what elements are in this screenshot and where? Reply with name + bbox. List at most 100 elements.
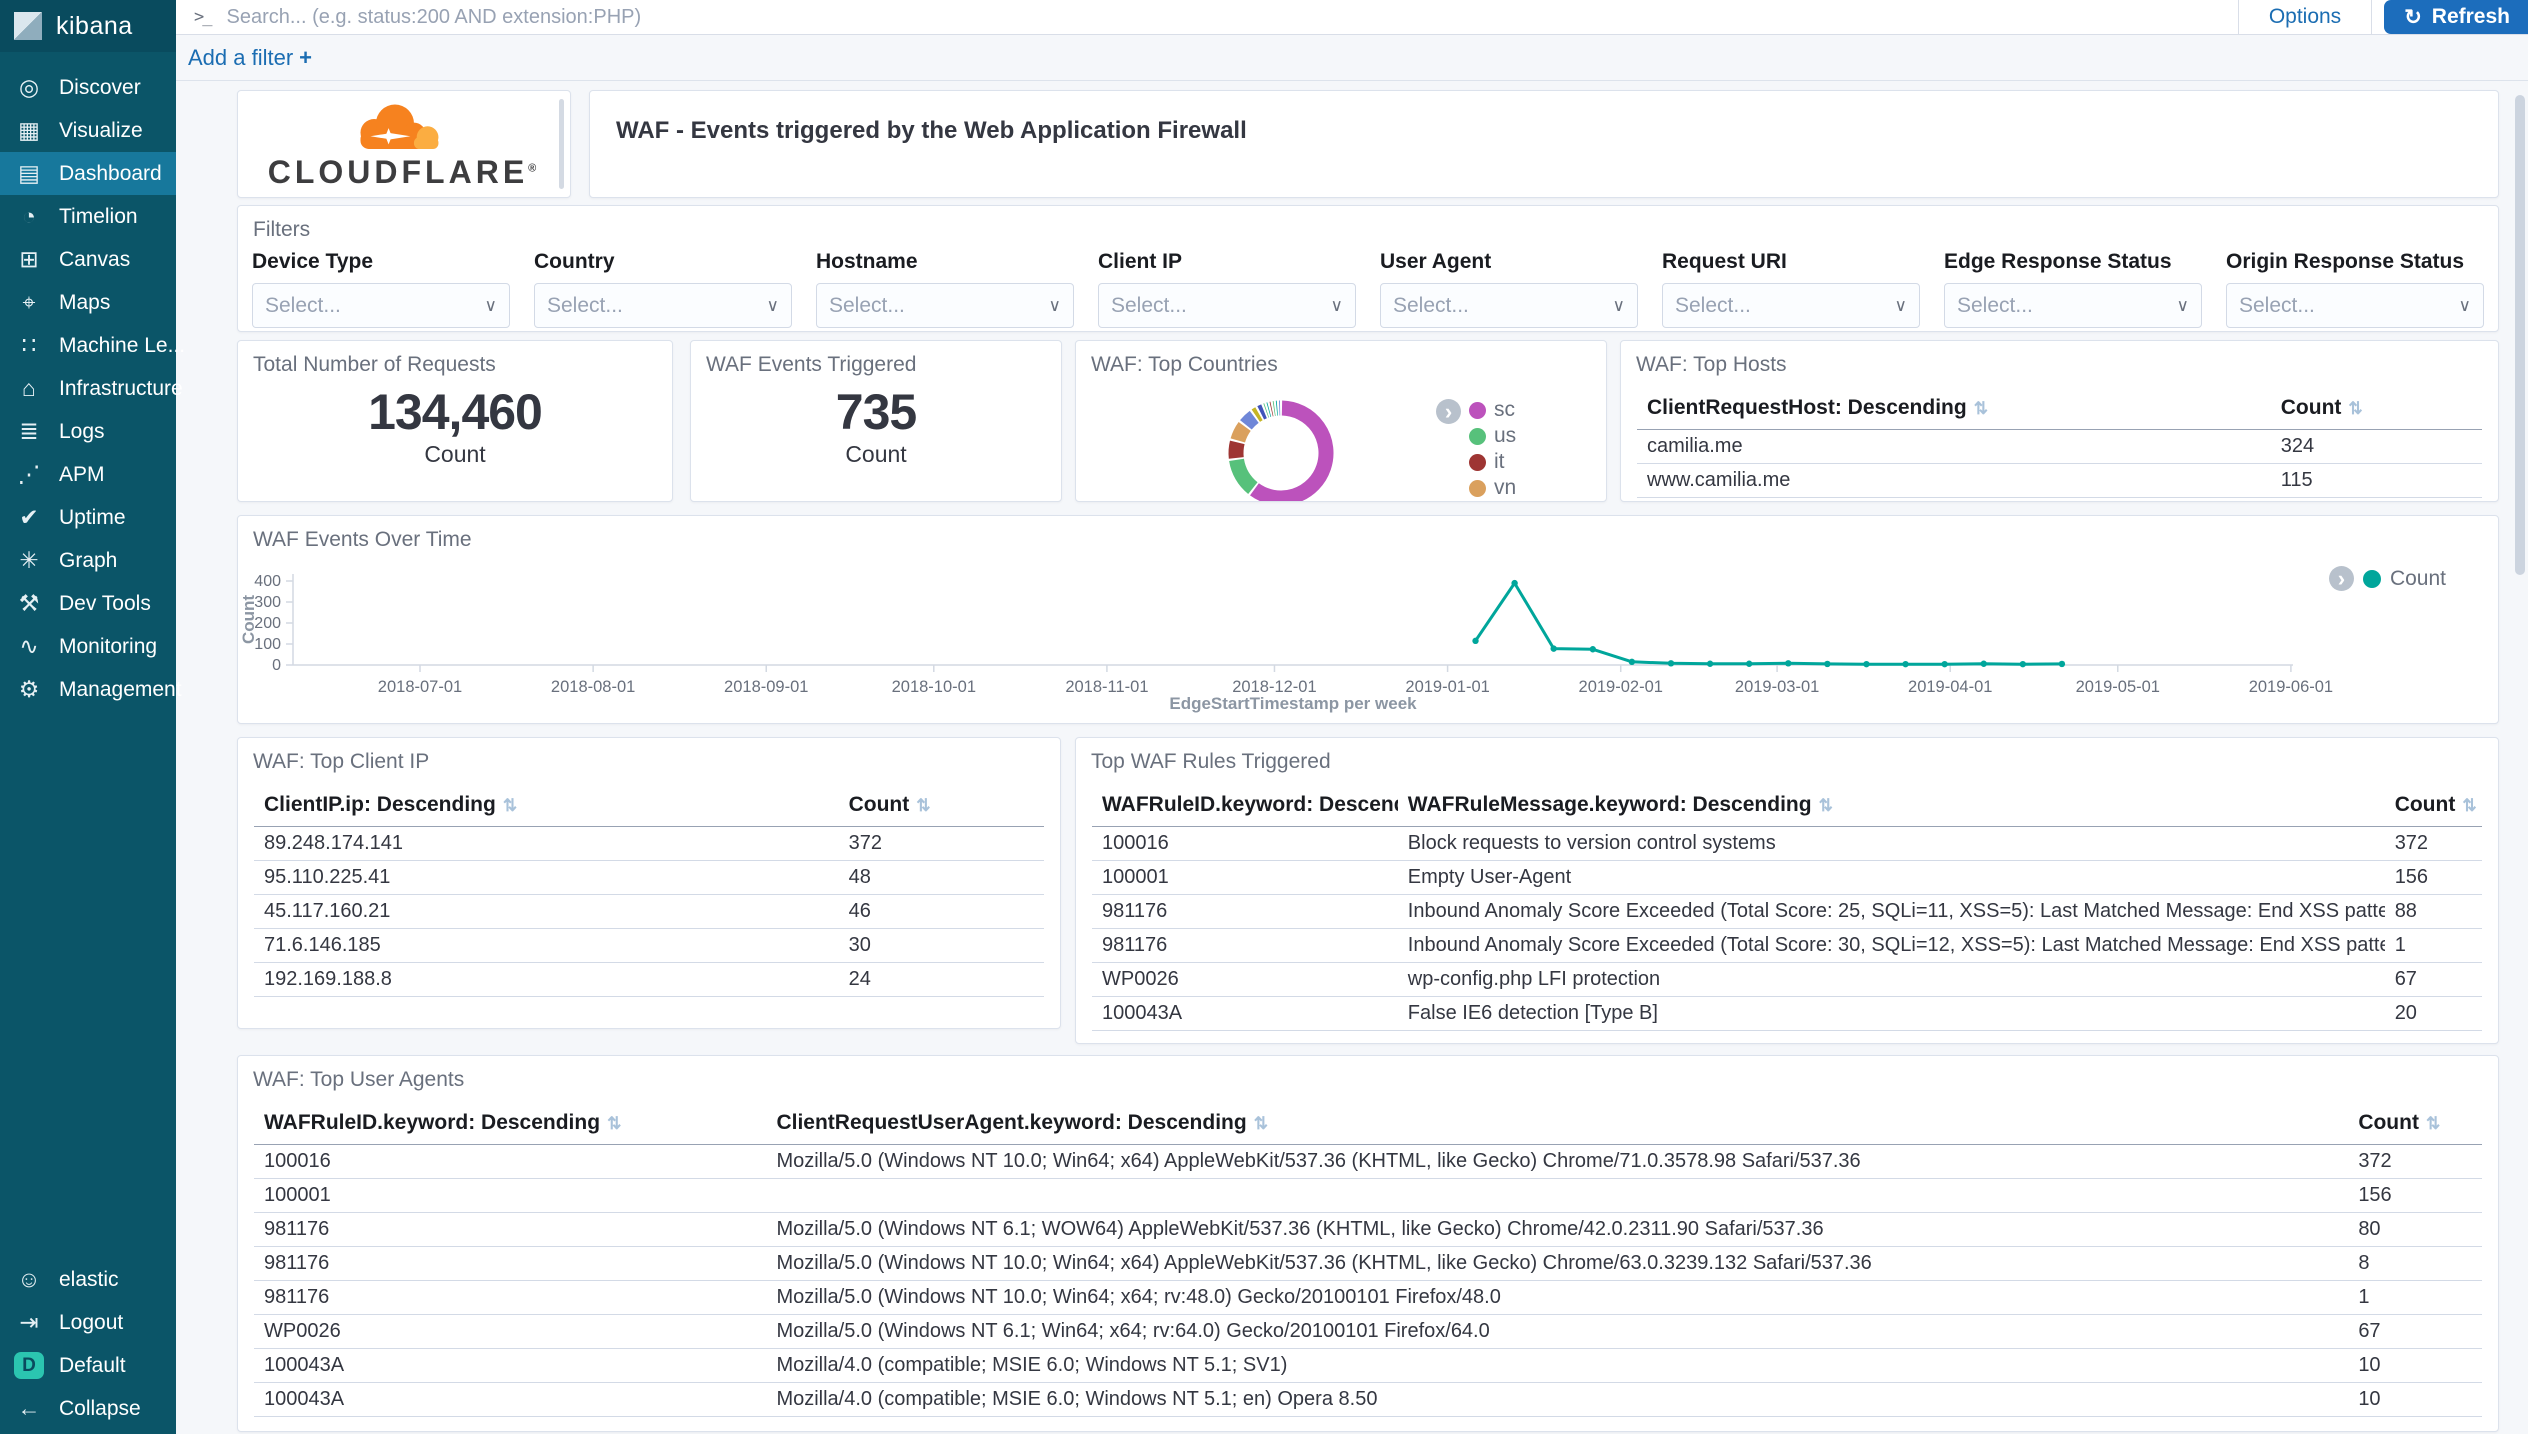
sidebar-item-monitoring[interactable]: ∿Monitoring bbox=[0, 625, 176, 668]
add-filter-link[interactable]: Add a filter+ bbox=[188, 45, 312, 71]
table-row[interactable]: 71.6.146.18530 bbox=[254, 929, 1044, 963]
donut-slice-it[interactable] bbox=[1236, 442, 1237, 458]
search-input[interactable]: Search... (e.g. status:200 AND extension… bbox=[226, 6, 2237, 29]
sidebar-item-default[interactable]: DDefault bbox=[0, 1344, 176, 1387]
sidebar-item-apm[interactable]: ⋰APM bbox=[0, 453, 176, 496]
data-point[interactable] bbox=[2020, 661, 2026, 667]
sidebar-item-management[interactable]: ⚙Management bbox=[0, 668, 176, 711]
donut-slice-vn[interactable] bbox=[1238, 426, 1245, 440]
table-row[interactable]: 981176Mozilla/5.0 (Windows NT 6.1; WOW64… bbox=[254, 1213, 2482, 1247]
sort-icon[interactable]: ⇅ bbox=[607, 1114, 621, 1133]
data-point[interactable] bbox=[1472, 638, 1478, 644]
column-header[interactable]: WAFRuleID.keyword: Descending⇅ bbox=[1092, 784, 1398, 827]
data-point[interactable] bbox=[1668, 660, 1674, 666]
table-row[interactable]: 100043AMozilla/4.0 (compatible; MSIE 6.0… bbox=[254, 1383, 2482, 1417]
filter-select-device-type[interactable]: Select...∨ bbox=[252, 283, 510, 328]
sidebar-item-uptime[interactable]: ✔Uptime bbox=[0, 496, 176, 539]
table-row[interactable]: 192.169.188.824 bbox=[254, 963, 1044, 997]
table-row[interactable]: camilia.me324 bbox=[1637, 430, 2482, 464]
data-point[interactable] bbox=[1941, 661, 1947, 667]
table-row[interactable]: 981176Inbound Anomaly Score Exceeded (To… bbox=[1092, 929, 2482, 963]
table-row[interactable]: 100001Empty User-Agent156 bbox=[1092, 861, 2482, 895]
sort-icon[interactable]: ⇅ bbox=[916, 796, 930, 815]
table-row[interactable]: 89.248.174.141372 bbox=[254, 827, 1044, 861]
data-point[interactable] bbox=[1785, 660, 1791, 666]
data-point[interactable] bbox=[1511, 580, 1517, 586]
filter-select-client-ip[interactable]: Select...∨ bbox=[1098, 283, 1356, 328]
sidebar-item-maps[interactable]: ⌖Maps bbox=[0, 281, 176, 324]
table-row[interactable]: 981176Inbound Anomaly Score Exceeded (To… bbox=[1092, 895, 2482, 929]
sidebar-item-dev-tools[interactable]: ⚒Dev Tools bbox=[0, 582, 176, 625]
sort-icon[interactable]: ⇅ bbox=[1974, 399, 1988, 418]
refresh-button[interactable]: ↻ Refresh bbox=[2384, 0, 2528, 34]
donut-slice-other-2[interactable] bbox=[1256, 414, 1259, 416]
table-row[interactable]: 45.117.160.2146 bbox=[254, 895, 1044, 929]
kibana-logo[interactable]: kibana bbox=[0, 0, 176, 52]
filter-select-edge-response-status[interactable]: Select...∨ bbox=[1944, 283, 2202, 328]
filter-select-hostname[interactable]: Select...∨ bbox=[816, 283, 1074, 328]
sidebar-item-visualize[interactable]: ▦Visualize bbox=[0, 109, 176, 152]
donut-slice-other-1[interactable] bbox=[1246, 417, 1254, 425]
sort-icon[interactable]: ⇅ bbox=[2348, 399, 2362, 418]
data-point[interactable] bbox=[1746, 661, 1752, 667]
sort-icon[interactable]: ⇅ bbox=[503, 796, 517, 815]
data-point[interactable] bbox=[1863, 661, 1869, 667]
data-point[interactable] bbox=[1902, 661, 1908, 667]
sort-icon[interactable]: ⇅ bbox=[2426, 1114, 2440, 1133]
sidebar-item-machine-le[interactable]: ∷Machine Le... bbox=[0, 324, 176, 367]
table-row[interactable]: 100016Block requests to version control … bbox=[1092, 827, 2482, 861]
table-row[interactable]: WP0026Mozilla/5.0 (Windows NT 6.1; Win64… bbox=[254, 1315, 2482, 1349]
data-point[interactable] bbox=[1707, 661, 1713, 667]
table-row[interactable]: WP0026wp-config.php LFI protection67 bbox=[1092, 963, 2482, 997]
column-header[interactable]: ClientIP.ip: Descending⇅ bbox=[254, 784, 839, 827]
column-header[interactable]: ClientRequestUserAgent.keyword: Descendi… bbox=[766, 1102, 2348, 1145]
donut-slice-us[interactable] bbox=[1237, 460, 1253, 488]
panel-scrollbar[interactable] bbox=[559, 99, 564, 189]
sidebar-item-logout[interactable]: ⇥Logout bbox=[0, 1301, 176, 1344]
sidebar-item-timelion[interactable]: ◔Timelion bbox=[0, 195, 176, 238]
sidebar-item-infrastructure[interactable]: ⌂Infrastructure bbox=[0, 367, 176, 410]
legend-label[interactable]: Count bbox=[2390, 567, 2446, 591]
data-point[interactable] bbox=[1629, 659, 1635, 665]
table-row[interactable]: 100043AFalse IE6 detection [Type B]20 bbox=[1092, 997, 2482, 1031]
data-point[interactable] bbox=[1551, 645, 1557, 651]
table-row[interactable]: 100016Mozilla/5.0 (Windows NT 10.0; Win6… bbox=[254, 1145, 2482, 1179]
legend-item-vn[interactable]: vn bbox=[1469, 477, 1516, 499]
legend-item-sc[interactable]: sc bbox=[1469, 399, 1516, 421]
table-row[interactable]: 981176Mozilla/5.0 (Windows NT 10.0; Win6… bbox=[254, 1281, 2482, 1315]
data-point[interactable] bbox=[1590, 646, 1596, 652]
sort-icon[interactable]: ⇅ bbox=[1819, 796, 1833, 815]
legend-expand-icon[interactable]: › bbox=[2329, 566, 2354, 591]
legend-item-it[interactable]: it bbox=[1469, 451, 1516, 473]
column-header[interactable]: ClientRequestHost: Descending⇅ bbox=[1637, 387, 2271, 430]
sidebar-item-logs[interactable]: ≣Logs bbox=[0, 410, 176, 453]
table-row[interactable]: 100001156 bbox=[254, 1179, 2482, 1213]
data-point[interactable] bbox=[2059, 661, 2065, 667]
data-point[interactable] bbox=[1824, 661, 1830, 667]
sidebar-item-elastic[interactable]: ☺elastic bbox=[0, 1258, 176, 1301]
column-header[interactable]: WAFRuleID.keyword: Descending⇅ bbox=[254, 1102, 766, 1145]
sidebar-item-graph[interactable]: ✳Graph bbox=[0, 539, 176, 582]
filter-select-origin-response-status[interactable]: Select...∨ bbox=[2226, 283, 2484, 328]
column-header[interactable]: Count⇅ bbox=[2385, 784, 2482, 827]
sidebar-item-dashboard[interactable]: ▤Dashboard bbox=[0, 152, 176, 195]
filter-select-request-uri[interactable]: Select...∨ bbox=[1662, 283, 1920, 328]
column-header[interactable]: Count⇅ bbox=[2271, 387, 2482, 430]
table-row[interactable]: www.camilia.me115 bbox=[1637, 464, 2482, 498]
sidebar-item-canvas[interactable]: ⊞Canvas bbox=[0, 238, 176, 281]
legend-item-us[interactable]: us bbox=[1469, 425, 1516, 447]
sidebar-item-collapse[interactable]: ←Collapse bbox=[0, 1387, 176, 1430]
donut-slice-other-3[interactable] bbox=[1261, 411, 1264, 413]
data-point[interactable] bbox=[1981, 661, 1987, 667]
filter-select-user-agent[interactable]: Select...∨ bbox=[1380, 283, 1638, 328]
column-header[interactable]: Count⇅ bbox=[2348, 1102, 2482, 1145]
sort-icon[interactable]: ⇅ bbox=[2462, 796, 2476, 815]
donut-slice-sc[interactable] bbox=[1254, 408, 1326, 498]
table-row[interactable]: 95.110.225.4148 bbox=[254, 861, 1044, 895]
options-button[interactable]: Options bbox=[2238, 0, 2372, 34]
legend-expand-icon[interactable]: › bbox=[1436, 399, 1461, 424]
sidebar-item-discover[interactable]: ◎Discover bbox=[0, 66, 176, 109]
page-scrollbar[interactable] bbox=[2515, 95, 2525, 575]
table-row[interactable]: 100043AMozilla/4.0 (compatible; MSIE 6.0… bbox=[254, 1349, 2482, 1383]
column-header[interactable]: Count⇅ bbox=[839, 784, 1044, 827]
